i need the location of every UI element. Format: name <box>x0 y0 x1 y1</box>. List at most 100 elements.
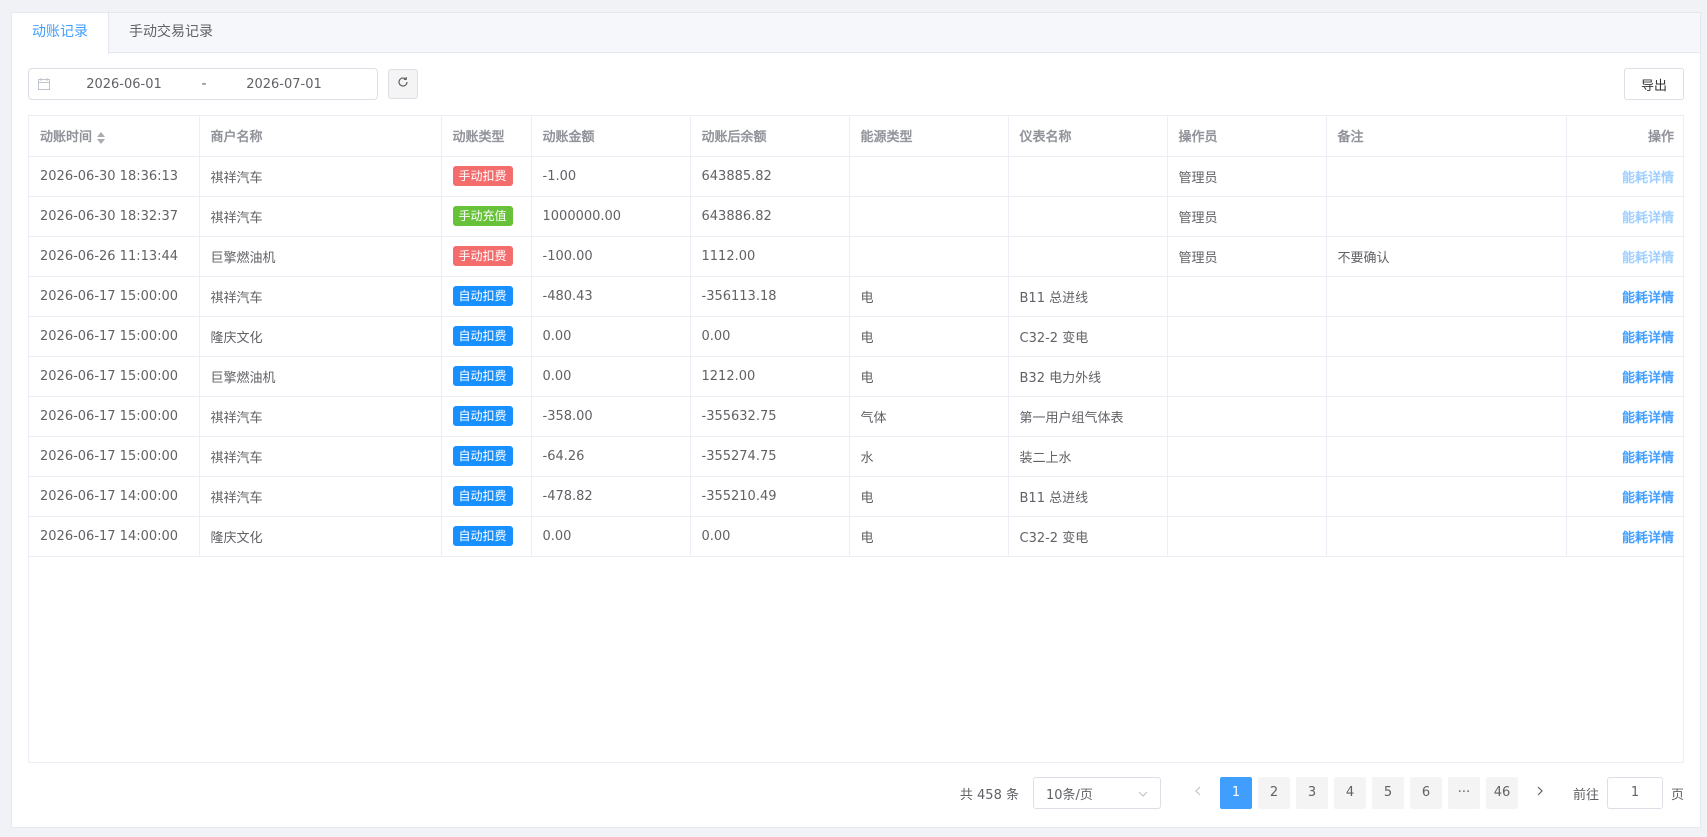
type-tag: 自动扣费 <box>452 486 513 506</box>
energy-detail-link[interactable]: 能耗详情 <box>1622 331 1674 346</box>
cell-operator: 管理员 <box>1167 236 1327 277</box>
cell-merchant: 巨擎燃油机 <box>199 356 442 397</box>
cell-type: 自动扣费 <box>441 316 532 357</box>
type-tag: 自动扣费 <box>452 286 513 306</box>
cell-action: 能耗详情 <box>1566 156 1685 197</box>
tab-transaction-records[interactable]: 动账记录 <box>12 13 109 54</box>
cell-time: 2026-06-17 15:00:00 <box>29 436 200 477</box>
column-header-amount: 动账金额 <box>531 116 691 157</box>
more-pages-button[interactable]: ··· <box>1447 777 1480 809</box>
cell-action: 能耗详情 <box>1566 236 1685 277</box>
sort-icon[interactable] <box>96 131 106 145</box>
cell-operator <box>1167 316 1327 357</box>
cell-note <box>1326 356 1567 397</box>
pagination: 共 458 条 10条/页 1 2 3 4 5 6 ··· 46 前往 1 页 <box>960 777 1684 809</box>
total-count: 共 458 条 <box>959 787 1019 803</box>
cell-energy: 电 <box>849 516 1009 557</box>
page-button[interactable]: 1 <box>1219 777 1252 809</box>
cell-action: 能耗详情 <box>1566 316 1685 357</box>
energy-detail-link[interactable]: 能耗详情 <box>1622 251 1674 266</box>
cell-note <box>1326 436 1567 477</box>
page-size-select[interactable]: 10条/页 <box>1032 777 1161 809</box>
cell-time: 2026-06-17 14:00:00 <box>29 476 200 517</box>
records-table: 动账时间 商户名称 动账类型 动账金额 动账后余额 能源类型 仪表名称 操作员 … <box>28 115 1685 763</box>
cell-operator: 管理员 <box>1167 156 1327 197</box>
cell-operator <box>1167 276 1327 317</box>
cell-energy <box>849 236 1009 277</box>
cell-energy: 水 <box>849 436 1009 477</box>
energy-detail-link[interactable]: 能耗详情 <box>1622 171 1674 186</box>
refresh-button[interactable] <box>388 69 418 99</box>
cell-merchant: 祺祥汽车 <box>199 276 442 317</box>
cell-merchant: 祺祥汽车 <box>199 196 442 237</box>
table-row: 2026-06-17 14:00:00 祺祥汽车 自动扣费 -478.82 -35521… <box>29 476 1685 517</box>
cell-type: 自动扣费 <box>441 356 532 397</box>
records-panel: 动账记录 手动交易记录 2026-06-01 - 2026-07-01 导出 动… <box>11 12 1701 828</box>
page-button[interactable]: 46 <box>1485 777 1518 809</box>
cell-action: 能耗详情 <box>1566 356 1685 397</box>
column-header-time[interactable]: 动账时间 <box>29 116 200 157</box>
cell-time: 2026-06-17 15:00:00 <box>29 276 200 317</box>
prev-page-button[interactable] <box>1182 777 1214 809</box>
tab-manual-trade-records[interactable]: 手动交易记录 <box>109 13 233 53</box>
end-date-input[interactable]: 2026-07-01 <box>219 77 349 92</box>
page-button[interactable]: 3 <box>1295 777 1328 809</box>
page-button[interactable]: 4 <box>1333 777 1366 809</box>
table-row: 2026-06-17 15:00:00 祺祥汽车 自动扣费 -358.00 -35563… <box>29 396 1685 437</box>
export-button[interactable]: 导出 <box>1624 68 1684 100</box>
energy-detail-link[interactable]: 能耗详情 <box>1622 531 1674 546</box>
cell-balance: 643886.82 <box>690 196 850 237</box>
cell-balance: 643885.82 <box>690 156 850 197</box>
cell-merchant: 隆庆文化 <box>199 516 442 557</box>
cell-energy: 电 <box>849 476 1009 517</box>
energy-detail-link[interactable]: 能耗详情 <box>1622 411 1674 426</box>
cell-amount: 0.00 <box>531 316 691 357</box>
cell-note <box>1326 396 1567 437</box>
energy-detail-link[interactable]: 能耗详情 <box>1622 371 1674 386</box>
cell-type: 手动充值 <box>441 196 532 237</box>
cell-meter: B32 电力外线 <box>1008 356 1168 397</box>
cell-action: 能耗详情 <box>1566 276 1685 317</box>
energy-detail-link[interactable]: 能耗详情 <box>1622 211 1674 226</box>
energy-detail-link[interactable]: 能耗详情 <box>1622 451 1674 466</box>
page-button[interactable]: 6 <box>1409 777 1442 809</box>
type-tag: 自动扣费 <box>452 326 513 346</box>
cell-note <box>1326 156 1567 197</box>
cell-note: 不要确认 <box>1326 236 1567 277</box>
cell-meter: C32-2 变电 <box>1008 516 1168 557</box>
cell-meter <box>1008 156 1168 197</box>
page-number-list: 1 2 3 4 5 6 ··· 46 <box>1217 777 1521 809</box>
cell-type: 自动扣费 <box>441 516 532 557</box>
type-tag: 自动扣费 <box>452 406 513 426</box>
cell-amount: -1.00 <box>531 156 691 197</box>
type-tag: 手动扣费 <box>452 166 513 186</box>
cell-type: 自动扣费 <box>441 436 532 477</box>
next-page-button[interactable] <box>1524 777 1556 809</box>
cell-time: 2026-06-30 18:36:13 <box>29 156 200 197</box>
type-tag: 手动扣费 <box>452 246 513 266</box>
cell-note <box>1326 316 1567 357</box>
calendar-icon <box>29 78 59 90</box>
page-button[interactable]: 5 <box>1371 777 1404 809</box>
date-range-picker[interactable]: 2026-06-01 - 2026-07-01 <box>28 68 378 100</box>
cell-amount: 1000000.00 <box>531 196 691 237</box>
cell-operator <box>1167 356 1327 397</box>
cell-note <box>1326 196 1567 237</box>
energy-detail-link[interactable]: 能耗详情 <box>1622 291 1674 306</box>
table-row: 2026-06-17 14:00:00 隆庆文化 自动扣费 0.00 0.00 电 C32-… <box>29 516 1685 557</box>
date-separator: - <box>201 76 207 92</box>
energy-detail-link[interactable]: 能耗详情 <box>1622 491 1674 506</box>
cell-amount: -358.00 <box>531 396 691 437</box>
cell-operator <box>1167 516 1327 557</box>
cell-action: 能耗详情 <box>1566 396 1685 437</box>
cell-merchant: 隆庆文化 <box>199 316 442 357</box>
cell-energy: 电 <box>849 356 1009 397</box>
goto-page-input[interactable]: 1 <box>1606 777 1663 809</box>
cell-amount: 0.00 <box>531 356 691 397</box>
type-tag: 手动充值 <box>452 206 513 226</box>
cell-meter: B11 总进线 <box>1008 476 1168 517</box>
goto-prefix: 前往 <box>1572 787 1599 803</box>
page-button[interactable]: 2 <box>1257 777 1290 809</box>
start-date-input[interactable]: 2026-06-01 <box>59 77 189 92</box>
chevron-right-icon <box>1537 785 1543 800</box>
